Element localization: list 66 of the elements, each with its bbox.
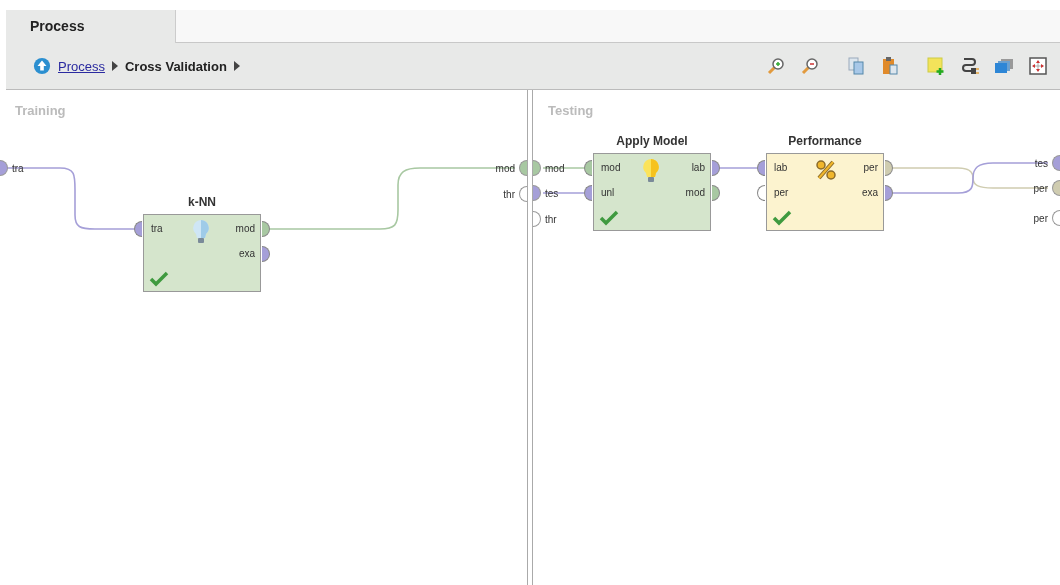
port-label: thr — [545, 213, 557, 225]
port-icon[interactable] — [519, 186, 527, 202]
port-icon[interactable] — [885, 160, 893, 176]
port-label: mod — [545, 162, 565, 174]
port-icon[interactable] — [584, 160, 592, 176]
port-icon[interactable] — [584, 185, 592, 201]
port-label: tra — [12, 162, 24, 174]
caret-icon — [233, 61, 240, 71]
port-icon[interactable] — [757, 185, 765, 201]
port-icon[interactable] — [0, 160, 8, 176]
port-icon[interactable] — [533, 185, 541, 201]
port-icon[interactable] — [533, 160, 541, 176]
port-label: per — [863, 161, 878, 175]
caret-icon — [111, 61, 118, 71]
breadcrumb-item[interactable]: Cross Validation — [124, 58, 227, 74]
operator-name: Apply Model — [615, 133, 689, 150]
operator-card[interactable] — [766, 153, 884, 231]
percent-icon — [814, 158, 838, 182]
port-label: mod — [235, 222, 255, 236]
copy-icon[interactable] — [846, 56, 866, 76]
process-tab[interactable]: Process — [6, 10, 176, 43]
connection-line — [542, 167, 586, 169]
paste-icon[interactable] — [880, 56, 900, 76]
port-icon[interactable] — [885, 185, 893, 201]
port-icon[interactable] — [134, 221, 142, 237]
light-bulb-icon — [191, 219, 211, 245]
operator-card[interactable] — [143, 214, 261, 292]
port-icon[interactable] — [1052, 155, 1060, 171]
breadcrumb-link[interactable]: Process — [58, 58, 105, 74]
add-note-icon[interactable] — [926, 56, 946, 76]
panel-title: Training — [15, 103, 66, 118]
port-label: lab — [774, 161, 788, 175]
port-icon[interactable] — [1052, 210, 1060, 226]
port-label: per — [774, 186, 789, 200]
port-icon[interactable] — [262, 221, 270, 237]
port-icon[interactable] — [712, 185, 720, 201]
port-label: mod — [685, 186, 705, 200]
port-label: unl — [601, 186, 615, 200]
panel-title: Testing — [548, 103, 594, 118]
zoom-out-icon[interactable] — [800, 56, 820, 76]
operator-name: k-NN — [187, 194, 217, 211]
port-icon[interactable] — [757, 160, 765, 176]
port-icon[interactable] — [533, 211, 541, 227]
port-label: tes — [1034, 157, 1048, 169]
port-label: tra — [151, 222, 163, 236]
port-label: tes — [545, 187, 559, 199]
port-label: per — [1033, 182, 1048, 194]
port-label: per — [1033, 212, 1048, 224]
operator-name: Performance — [787, 133, 863, 150]
fit-icon[interactable] — [1028, 56, 1048, 76]
port-icon[interactable] — [519, 160, 527, 176]
operator-card[interactable] — [593, 153, 711, 231]
light-bulb-icon — [641, 158, 661, 184]
port-label: mod — [495, 162, 515, 174]
port-label: exa — [861, 186, 878, 200]
port-icon[interactable] — [262, 246, 270, 262]
layers-icon[interactable] — [994, 56, 1014, 76]
port-label: thr — [503, 188, 515, 200]
connection-line — [542, 192, 586, 194]
port-icon[interactable] — [1052, 180, 1060, 196]
zoom-in-icon[interactable] — [766, 56, 786, 76]
port-icon[interactable] — [712, 160, 720, 176]
port-label: lab — [691, 161, 705, 175]
port-label: exa — [238, 247, 255, 261]
plug-icon[interactable] — [960, 56, 980, 76]
port-label: mod — [601, 161, 621, 175]
